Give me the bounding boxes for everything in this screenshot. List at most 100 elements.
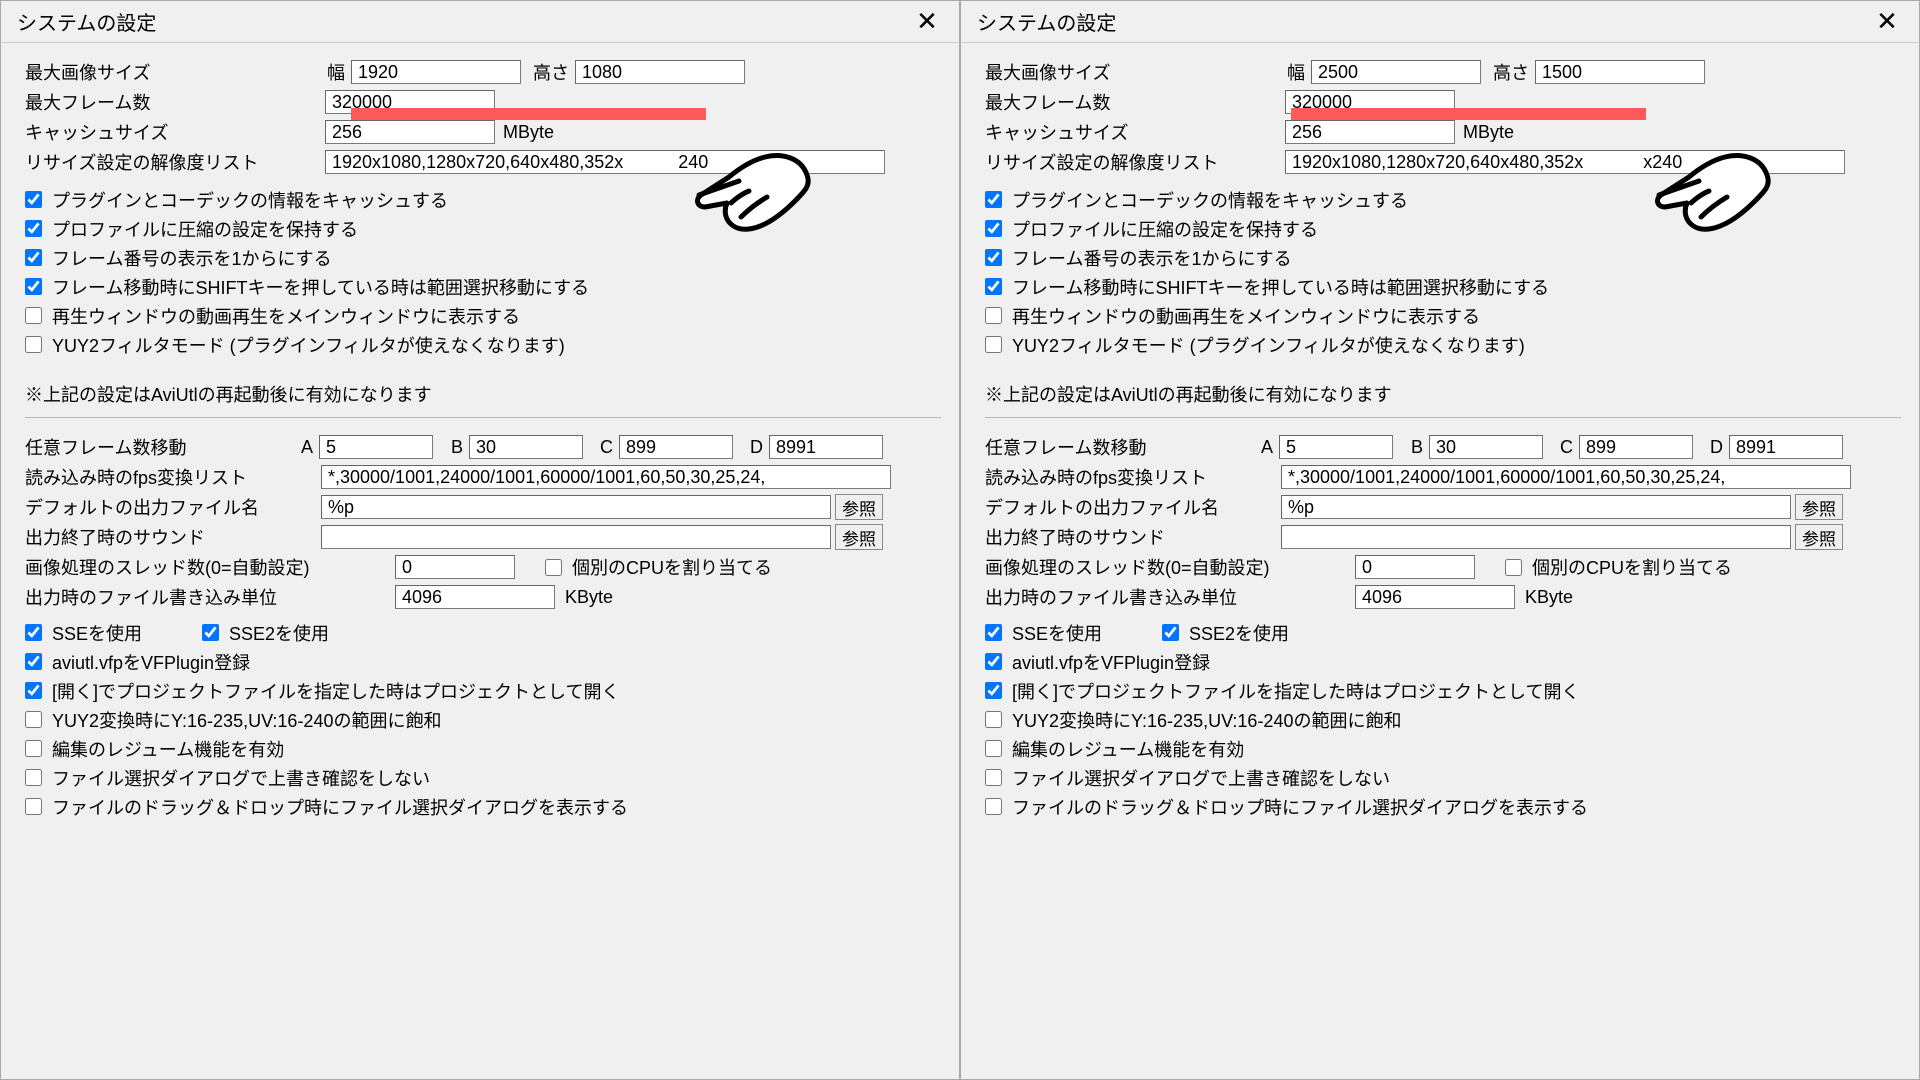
option-checkbox[interactable] [25,336,42,353]
jump-b-input[interactable] [469,435,583,459]
height-input[interactable] [575,60,745,84]
jump-a-input[interactable] [1279,435,1393,459]
sound-input[interactable] [1281,525,1791,549]
outfile-input[interactable] [321,495,831,519]
sse2-checkbox[interactable] [1162,624,1179,641]
option-checkbox[interactable] [985,191,1002,208]
checkbox-row: ファイル選択ダイアログで上書き確認をしない [985,763,1901,792]
checkbox-row: [開く]でプロジェクトファイルを指定した時はプロジェクトとして開く [25,676,941,705]
writeunit-input[interactable] [1355,585,1515,609]
jump-c-input[interactable] [1579,435,1693,459]
fps-label: 読み込み時のfps変換リスト [985,464,1281,490]
content: 最大画像サイズ 幅 高さ 最大フレーム数 キャッシュサイズ MByte リサイズ… [1,43,959,821]
option-checkbox[interactable] [25,653,42,670]
percpu-checkbox[interactable] [545,559,562,576]
cache-input[interactable] [1285,120,1455,144]
outfile-input[interactable] [1281,495,1791,519]
threads-label: 画像処理のスレッド数(0=自動設定) [25,554,395,580]
width-input[interactable] [351,60,521,84]
option-checkbox[interactable] [985,682,1002,699]
sound-browse-button[interactable]: 参照 [1795,524,1843,550]
option-checkbox[interactable] [985,769,1002,786]
sound-browse-button[interactable]: 参照 [835,524,883,550]
option-checkbox[interactable] [985,278,1002,295]
option-checkbox[interactable] [985,653,1002,670]
option-checkbox[interactable] [25,191,42,208]
sound-input[interactable] [321,525,831,549]
restart-note: ※上記の設定はAviUtlの再起動後に有効になります [25,381,941,407]
jump-c-input[interactable] [619,435,733,459]
writeunit-label: 出力時のファイル書き込み単位 [25,584,395,610]
titlebar: システムの設定 ✕ [961,1,1919,43]
option-checkbox[interactable] [985,249,1002,266]
option-checkbox[interactable] [25,249,42,266]
fps-input[interactable] [1281,465,1851,489]
checkbox-row: YUY2フィルタモード (プラグインフィルタが使えなくなります) [25,330,941,359]
close-icon[interactable]: ✕ [905,2,949,42]
jump-d-label: D [733,437,763,458]
option-checkbox[interactable] [985,798,1002,815]
separator [985,417,1901,418]
jump-d-input[interactable] [1729,435,1843,459]
cache-input[interactable] [325,120,495,144]
option-label: プロファイルに圧縮の設定を保持する [1012,216,1318,242]
option-checkbox[interactable] [985,220,1002,237]
option-checkbox[interactable] [25,278,42,295]
option-checkbox[interactable] [25,307,42,324]
option-checkbox[interactable] [25,769,42,786]
jump-a-label: A [287,437,313,458]
jump-a-input[interactable] [319,435,433,459]
percpu-checkbox[interactable] [1505,559,1522,576]
outfile-label: デフォルトの出力ファイル名 [25,494,321,520]
checkbox-row: YUY2変換時にY:16-235,UV:16-240の範囲に飽和 [985,705,1901,734]
fps-input[interactable] [321,465,891,489]
option-checkbox[interactable] [25,798,42,815]
writeunit-input[interactable] [395,585,555,609]
outfile-label: デフォルトの出力ファイル名 [985,494,1281,520]
title: システムの設定 [977,7,1865,36]
sse-checkbox[interactable] [985,624,1002,641]
option-label: ファイル選択ダイアログで上書き確認をしない [52,765,430,791]
height-input[interactable] [1535,60,1705,84]
option-label: プラグインとコーデックの情報をキャッシュする [52,187,448,213]
threads-input[interactable] [395,555,515,579]
outfile-browse-button[interactable]: 参照 [1795,494,1843,520]
option-label: [開く]でプロジェクトファイルを指定した時はプロジェクトとして開く [1012,678,1579,704]
option-checkbox[interactable] [985,336,1002,353]
restart-note: ※上記の設定はAviUtlの再起動後に有効になります [985,381,1901,407]
option-checkbox[interactable] [985,711,1002,728]
title: システムの設定 [17,7,905,36]
dialog-right: システムの設定 ✕ 最大画像サイズ 幅 高さ 最大フレーム数 キャッシュサイズ … [960,0,1920,1080]
option-label: フレーム番号の表示を1からにする [1012,245,1292,271]
sse2-checkbox[interactable] [202,624,219,641]
sse-checkbox[interactable] [25,624,42,641]
option-label: フレーム移動時にSHIFTキーを押している時は範囲選択移動にする [52,274,589,300]
resize-input[interactable] [1285,150,1845,174]
option-label: プロファイルに圧縮の設定を保持する [52,216,358,242]
jump-d-input[interactable] [769,435,883,459]
close-icon[interactable]: ✕ [1865,2,1909,42]
checkbox-row: 編集のレジューム機能を有効 [985,734,1901,763]
writeunit-unit: KByte [565,587,613,608]
checkbox-row: ファイル選択ダイアログで上書き確認をしない [25,763,941,792]
width-input[interactable] [1311,60,1481,84]
jump-b-input[interactable] [1429,435,1543,459]
sse-label: SSEを使用 [52,620,202,646]
resize-input[interactable] [325,150,885,174]
option-checkbox[interactable] [25,220,42,237]
option-checkbox[interactable] [985,307,1002,324]
content: 最大画像サイズ 幅 高さ 最大フレーム数 キャッシュサイズ MByte リサイズ… [961,43,1919,821]
threads-input[interactable] [1355,555,1475,579]
highlight-bar [351,108,706,120]
option-checkbox[interactable] [25,711,42,728]
checkbox-row: aviutl.vfpをVFPlugin登録 [985,647,1901,676]
option-checkbox[interactable] [985,740,1002,757]
outfile-browse-button[interactable]: 参照 [835,494,883,520]
jump-label: 任意フレーム数移動 [25,434,287,460]
option-checkbox[interactable] [25,682,42,699]
sound-label: 出力終了時のサウンド [985,524,1281,550]
sse2-label: SSE2を使用 [1189,620,1289,646]
checkbox-row: フレーム移動時にSHIFTキーを押している時は範囲選択移動にする [25,272,941,301]
height-label: 高さ [527,59,569,85]
option-checkbox[interactable] [25,740,42,757]
